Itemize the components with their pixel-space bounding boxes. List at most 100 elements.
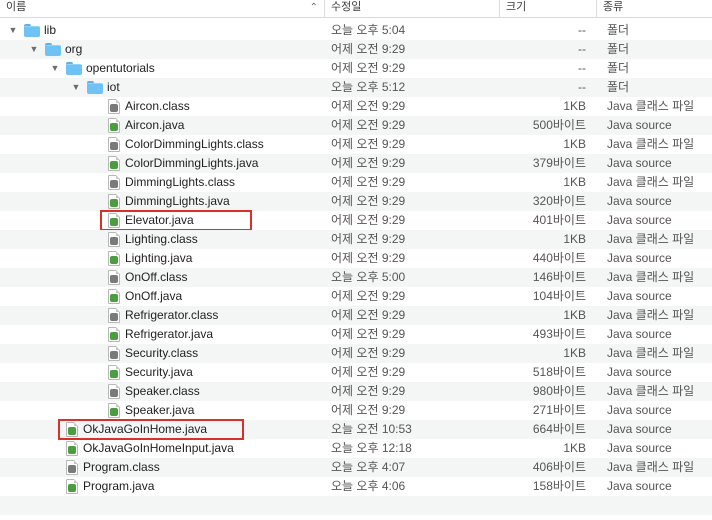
file-badge-icon (110, 313, 118, 321)
class-file-icon (108, 384, 120, 399)
file-name: opentutorials (86, 61, 155, 75)
file-row[interactable]: Lighting.java 어제 오전 9:29 440바이트 Java source (0, 249, 712, 268)
file-modified-date: 오늘 오후 5:12 (331, 80, 406, 94)
file-badge-icon (110, 104, 118, 112)
file-size: -- (578, 42, 586, 56)
column-header-size-label: 크기 (506, 1, 527, 13)
file-modified-date: 어제 오전 9:29 (331, 384, 406, 398)
file-badge-icon (110, 370, 118, 378)
file-row[interactable]: ▼ lib 오늘 오후 5:04 -- 폴더 (0, 21, 712, 40)
file-row[interactable]: ColorDimmingLights.class 어제 오전 9:29 1KB Jav… (0, 135, 712, 154)
column-header-kind-label: 종류 (603, 1, 624, 13)
file-kind: Java source (607, 365, 672, 379)
file-kind: Java source (607, 422, 672, 436)
sort-chevron-up-icon: ⌃ (309, 2, 318, 13)
file-badge-icon (68, 465, 76, 473)
file-kind: Java 클래스 파일 (607, 460, 695, 474)
file-kind: Java source (607, 118, 672, 132)
file-name: Lighting.java (125, 251, 193, 265)
file-modified-date: 어제 오전 9:29 (331, 118, 406, 132)
java-file-icon (108, 289, 120, 304)
file-modified-date: 오늘 오후 5:00 (331, 270, 406, 284)
file-row[interactable]: Refrigerator.java 어제 오전 9:29 493바이트 Java so… (0, 325, 712, 344)
file-kind: Java 클래스 파일 (607, 137, 695, 151)
file-row[interactable]: OnOff.java 어제 오전 9:29 104바이트 Java source (0, 287, 712, 306)
file-row[interactable]: Lighting.class 어제 오전 9:29 1KB Java 클래스 파일 (0, 230, 712, 249)
file-badge-icon (110, 180, 118, 188)
file-modified-date: 어제 오전 9:29 (331, 61, 406, 75)
file-row[interactable]: ColorDimmingLights.java 어제 오전 9:29 379바이트 J… (0, 154, 712, 173)
class-file-icon (108, 270, 120, 285)
file-modified-date: 오늘 오전 10:53 (331, 422, 412, 436)
file-size: 1KB (563, 137, 586, 151)
file-name: org (65, 42, 83, 56)
column-header-kind[interactable]: 종류 (597, 0, 712, 17)
file-name: OkJavaGoInHomeInput.java (83, 441, 234, 455)
file-row[interactable]: Speaker.java 어제 오전 9:29 271바이트 Java source (0, 401, 712, 420)
disclosure-triangle-icon[interactable]: ▼ (8, 21, 18, 40)
file-badge-icon (110, 332, 118, 340)
file-list: ▼ lib 오늘 오후 5:04 -- 폴더 ▼ org 어제 오전 9:29 -- 폴더 ▼ ope… (0, 21, 712, 515)
file-size: 1KB (563, 346, 586, 360)
file-name: Speaker.class (125, 384, 200, 398)
java-file-icon (108, 327, 120, 342)
folder-icon (87, 81, 103, 94)
file-row[interactable]: Refrigerator.class 어제 오전 9:29 1KB Java 클래스 … (0, 306, 712, 325)
file-row[interactable]: Program.java 오늘 오후 4:06 158바이트 Java source (0, 477, 712, 496)
file-row[interactable]: Security.class 어제 오전 9:29 1KB Java 클래스 파일 (0, 344, 712, 363)
file-row[interactable]: Program.class 오늘 오후 4:07 406바이트 Java 클래스 파일 (0, 458, 712, 477)
file-row[interactable]: Security.java 어제 오전 9:29 518바이트 Java source (0, 363, 712, 382)
file-badge-icon (110, 408, 118, 416)
file-row[interactable]: Speaker.class 어제 오전 9:29 980바이트 Java 클래스 파일 (0, 382, 712, 401)
file-name: Refrigerator.class (125, 308, 219, 322)
file-name: OkJavaGoInHome.java (83, 422, 208, 436)
file-size: 664바이트 (532, 422, 586, 436)
java-file-icon (108, 213, 120, 228)
class-file-icon (108, 99, 120, 114)
file-size: -- (578, 80, 586, 94)
file-row[interactable]: ▼ org 어제 오전 9:29 -- 폴더 (0, 40, 712, 59)
file-name: lib (44, 23, 57, 37)
folder-icon (24, 24, 40, 37)
disclosure-triangle-icon[interactable]: ▼ (29, 40, 39, 59)
file-badge-icon (68, 446, 76, 454)
disclosure-triangle-icon[interactable]: ▼ (71, 78, 81, 97)
column-header-size[interactable]: 크기 (500, 0, 597, 17)
file-row[interactable]: ▼ iot 오늘 오후 5:12 -- 폴더 (0, 78, 712, 97)
file-row[interactable]: OkJavaGoInHomeInput.java 오늘 오후 12:18 1KB Ja… (0, 439, 712, 458)
file-name: iot (107, 80, 120, 94)
file-row[interactable]: Elevator.java 어제 오전 9:29 401바이트 Java source (0, 210, 712, 231)
file-name: Speaker.java (125, 403, 195, 417)
file-size: 320바이트 (532, 194, 586, 208)
class-file-icon (66, 460, 78, 475)
file-kind: 폴더 (607, 61, 630, 75)
file-kind: Java 클래스 파일 (607, 175, 695, 189)
file-row[interactable]: ▼ opentutorials 어제 오전 9:29 -- 폴더 (0, 59, 712, 78)
file-modified-date: 어제 오전 9:29 (331, 137, 406, 151)
file-modified-date: 어제 오전 9:29 (331, 156, 406, 170)
file-badge-icon (110, 351, 118, 359)
file-kind: Java source (607, 327, 672, 341)
file-badge-icon (110, 142, 118, 150)
file-kind: Java source (607, 479, 672, 493)
file-row[interactable]: DimmingLights.class 어제 오전 9:29 1KB Java 클래스… (0, 173, 712, 192)
disclosure-triangle-icon[interactable]: ▼ (50, 59, 60, 78)
file-kind: 폴더 (607, 42, 630, 56)
file-size: 1KB (563, 99, 586, 113)
file-size: 518바이트 (532, 365, 586, 379)
file-badge-icon (110, 161, 118, 169)
file-modified-date: 어제 오전 9:29 (331, 308, 406, 322)
column-header-name[interactable]: 이름 ⌃ (0, 0, 325, 17)
file-kind: Java source (607, 156, 672, 170)
file-name: Lighting.class (125, 232, 198, 246)
file-name: Security.java (125, 365, 193, 379)
file-size: 1KB (563, 175, 586, 189)
file-row[interactable]: OkJavaGoInHome.java 오늘 오전 10:53 664바이트 Java… (0, 419, 712, 440)
file-row[interactable]: Aircon.java 어제 오전 9:29 500바이트 Java source (0, 116, 712, 135)
class-file-icon (108, 232, 120, 247)
file-row[interactable]: OnOff.class 오늘 오후 5:00 146바이트 Java 클래스 파일 (0, 268, 712, 287)
java-file-icon (108, 118, 120, 133)
file-row[interactable]: DimmingLights.java 어제 오전 9:29 320바이트 Java s… (0, 192, 712, 211)
column-header-date[interactable]: 수정일 (325, 0, 500, 17)
file-row[interactable]: Aircon.class 어제 오전 9:29 1KB Java 클래스 파일 (0, 97, 712, 116)
